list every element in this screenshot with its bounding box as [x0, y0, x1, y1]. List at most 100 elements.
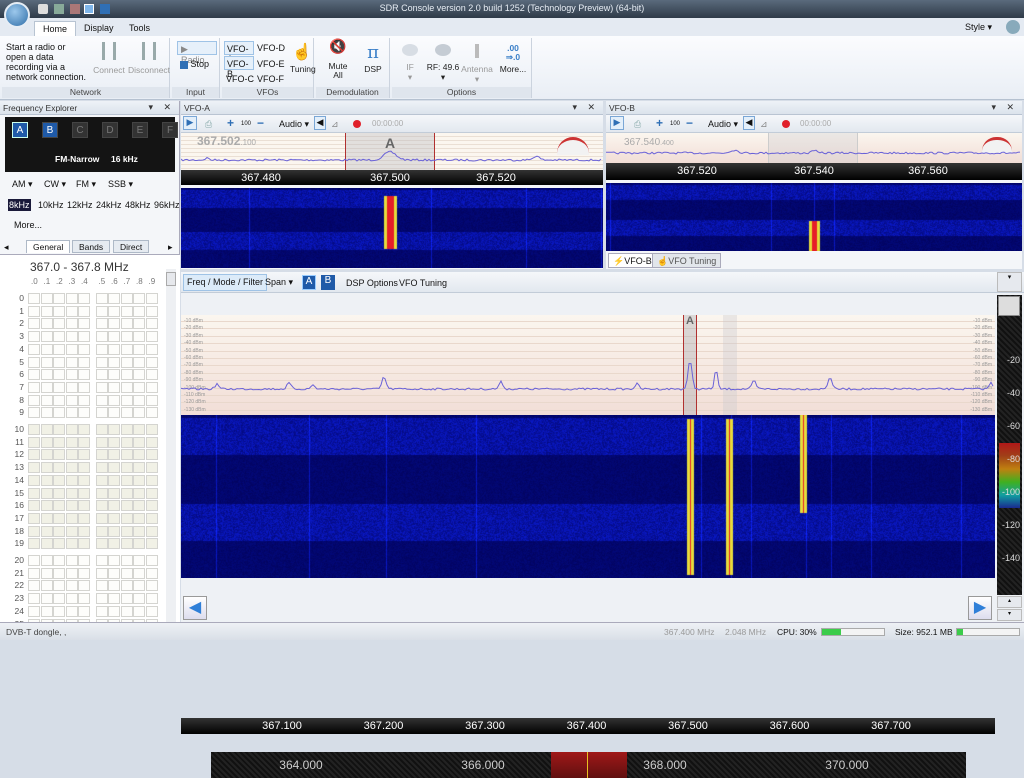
vfo-b-waterfall[interactable]: [606, 183, 1022, 251]
spectrum-settings-icon[interactable]: [998, 296, 1020, 316]
frequency-cell[interactable]: [78, 381, 90, 393]
frequency-cell[interactable]: [120, 381, 133, 393]
frequency-cell[interactable]: [133, 605, 145, 617]
frequency-cell[interactable]: [120, 424, 133, 435]
frequency-cell[interactable]: [28, 449, 40, 461]
mute-all-button[interactable]: 🔇 Mute All: [324, 39, 352, 80]
frequency-cell[interactable]: [28, 500, 40, 512]
scroll-right-button[interactable]: ▶: [968, 596, 992, 620]
record-button[interactable]: [353, 120, 361, 128]
mode-menu-ssb[interactable]: SSB ▾: [108, 179, 133, 190]
frequency-cell[interactable]: [53, 474, 65, 486]
frequency-cell[interactable]: [78, 356, 90, 368]
mode-menu-fm[interactable]: FM ▾: [76, 179, 96, 190]
frequency-cell[interactable]: [28, 512, 40, 524]
frequency-cell[interactable]: [108, 331, 120, 343]
frequency-cell[interactable]: [28, 462, 40, 474]
frequency-cell[interactable]: [108, 436, 120, 448]
nav-down-button[interactable]: ▾: [997, 609, 1022, 621]
frequency-cell[interactable]: [133, 407, 145, 419]
filter-96kHz[interactable]: 96kHz: [153, 199, 181, 211]
frequency-cell[interactable]: [133, 462, 145, 474]
frequency-cell[interactable]: [120, 538, 133, 550]
frequency-cell[interactable]: [120, 555, 133, 566]
frequency-cell[interactable]: [40, 567, 53, 579]
frequency-cell[interactable]: [95, 512, 108, 524]
frequency-cell[interactable]: [108, 318, 120, 330]
frequency-cell[interactable]: [40, 449, 53, 461]
frequency-cell[interactable]: [120, 580, 133, 592]
frequency-cell[interactable]: [133, 424, 145, 435]
frequency-cell[interactable]: [120, 407, 133, 419]
frequency-cell[interactable]: [40, 293, 53, 304]
tab-tools[interactable]: Tools: [121, 21, 158, 36]
frequency-cell[interactable]: [133, 394, 145, 406]
frequency-cell[interactable]: [65, 567, 78, 579]
frequency-cell[interactable]: [28, 525, 40, 537]
frequency-cell[interactable]: [40, 331, 53, 343]
vfo-a-button[interactable]: VFO-A: [224, 41, 254, 64]
span-menu[interactable]: Span ▾: [265, 277, 293, 288]
frequency-cell[interactable]: [78, 538, 90, 550]
camera-icon[interactable]: [38, 4, 48, 14]
frequency-cell[interactable]: [145, 487, 158, 499]
frequency-cell[interactable]: [28, 580, 40, 592]
frequency-cell[interactable]: [108, 369, 120, 381]
network-icon[interactable]: [54, 4, 64, 14]
vfo-d-button[interactable]: VFO-D: [257, 43, 285, 53]
frequency-cell[interactable]: [28, 356, 40, 368]
frequency-cell[interactable]: [53, 462, 65, 474]
frequency-cell[interactable]: [78, 394, 90, 406]
frequency-cell[interactable]: [78, 593, 90, 605]
frequency-cell[interactable]: [28, 538, 40, 550]
main-waterfall[interactable]: [181, 415, 995, 578]
frequency-cell[interactable]: [40, 424, 53, 435]
scrollbar[interactable]: [166, 269, 176, 622]
frequency-cell[interactable]: [40, 474, 53, 486]
frequency-cell[interactable]: [145, 462, 158, 474]
frequency-cell[interactable]: [78, 293, 90, 304]
dsp-button[interactable]: π DSP: [360, 42, 386, 74]
frequency-cell[interactable]: [95, 500, 108, 512]
rf-gain-button[interactable]: RF: 49.6 ▾: [426, 44, 460, 83]
frequency-cell[interactable]: [40, 407, 53, 419]
frequency-cell[interactable]: [28, 567, 40, 579]
main-spectrum[interactable]: -10 dBm -10 dBm -20 dBm -20 dBm -30 dBm -30 d…: [181, 315, 995, 419]
frequency-cell[interactable]: [53, 487, 65, 499]
frequency-cell[interactable]: [65, 436, 78, 448]
vfo-c-button[interactable]: VFO-C: [226, 74, 254, 84]
audio-menu[interactable]: Audio ▾: [279, 119, 309, 130]
frequency-cell[interactable]: [65, 356, 78, 368]
frequency-cell[interactable]: [95, 343, 108, 355]
print-icon[interactable]: ⎙: [634, 119, 641, 130]
frequency-cell[interactable]: [78, 555, 90, 566]
frequency-cell[interactable]: [65, 538, 78, 550]
frequency-cell[interactable]: [40, 555, 53, 566]
frequency-cell[interactable]: [78, 500, 90, 512]
frequency-cell[interactable]: [120, 369, 133, 381]
frequency-cell[interactable]: [120, 512, 133, 524]
frequency-cell[interactable]: [40, 394, 53, 406]
frequency-cell[interactable]: [95, 305, 108, 317]
frequency-cell[interactable]: [65, 593, 78, 605]
frequency-cell[interactable]: [145, 305, 158, 317]
frequency-cell[interactable]: [40, 356, 53, 368]
frequency-cell[interactable]: [145, 555, 158, 566]
frequency-cell[interactable]: [53, 381, 65, 393]
frequency-cell[interactable]: [40, 580, 53, 592]
frequency-cell[interactable]: [108, 462, 120, 474]
frequency-cell[interactable]: [145, 525, 158, 537]
frequency-cell[interactable]: [120, 293, 133, 304]
frequency-cell[interactable]: [95, 407, 108, 419]
frequency-cell[interactable]: [28, 318, 40, 330]
frequency-cell[interactable]: [95, 593, 108, 605]
vfo-select-b[interactable]: B: [42, 122, 58, 138]
record-button[interactable]: [782, 120, 790, 128]
frequency-cell[interactable]: [53, 407, 65, 419]
frequency-cell[interactable]: [28, 369, 40, 381]
frequency-cell[interactable]: [78, 580, 90, 592]
frequency-cell[interactable]: [40, 436, 53, 448]
frequency-cell[interactable]: [133, 293, 145, 304]
zoom-out-button[interactable]: −: [257, 116, 264, 130]
frequency-cell[interactable]: [78, 567, 90, 579]
